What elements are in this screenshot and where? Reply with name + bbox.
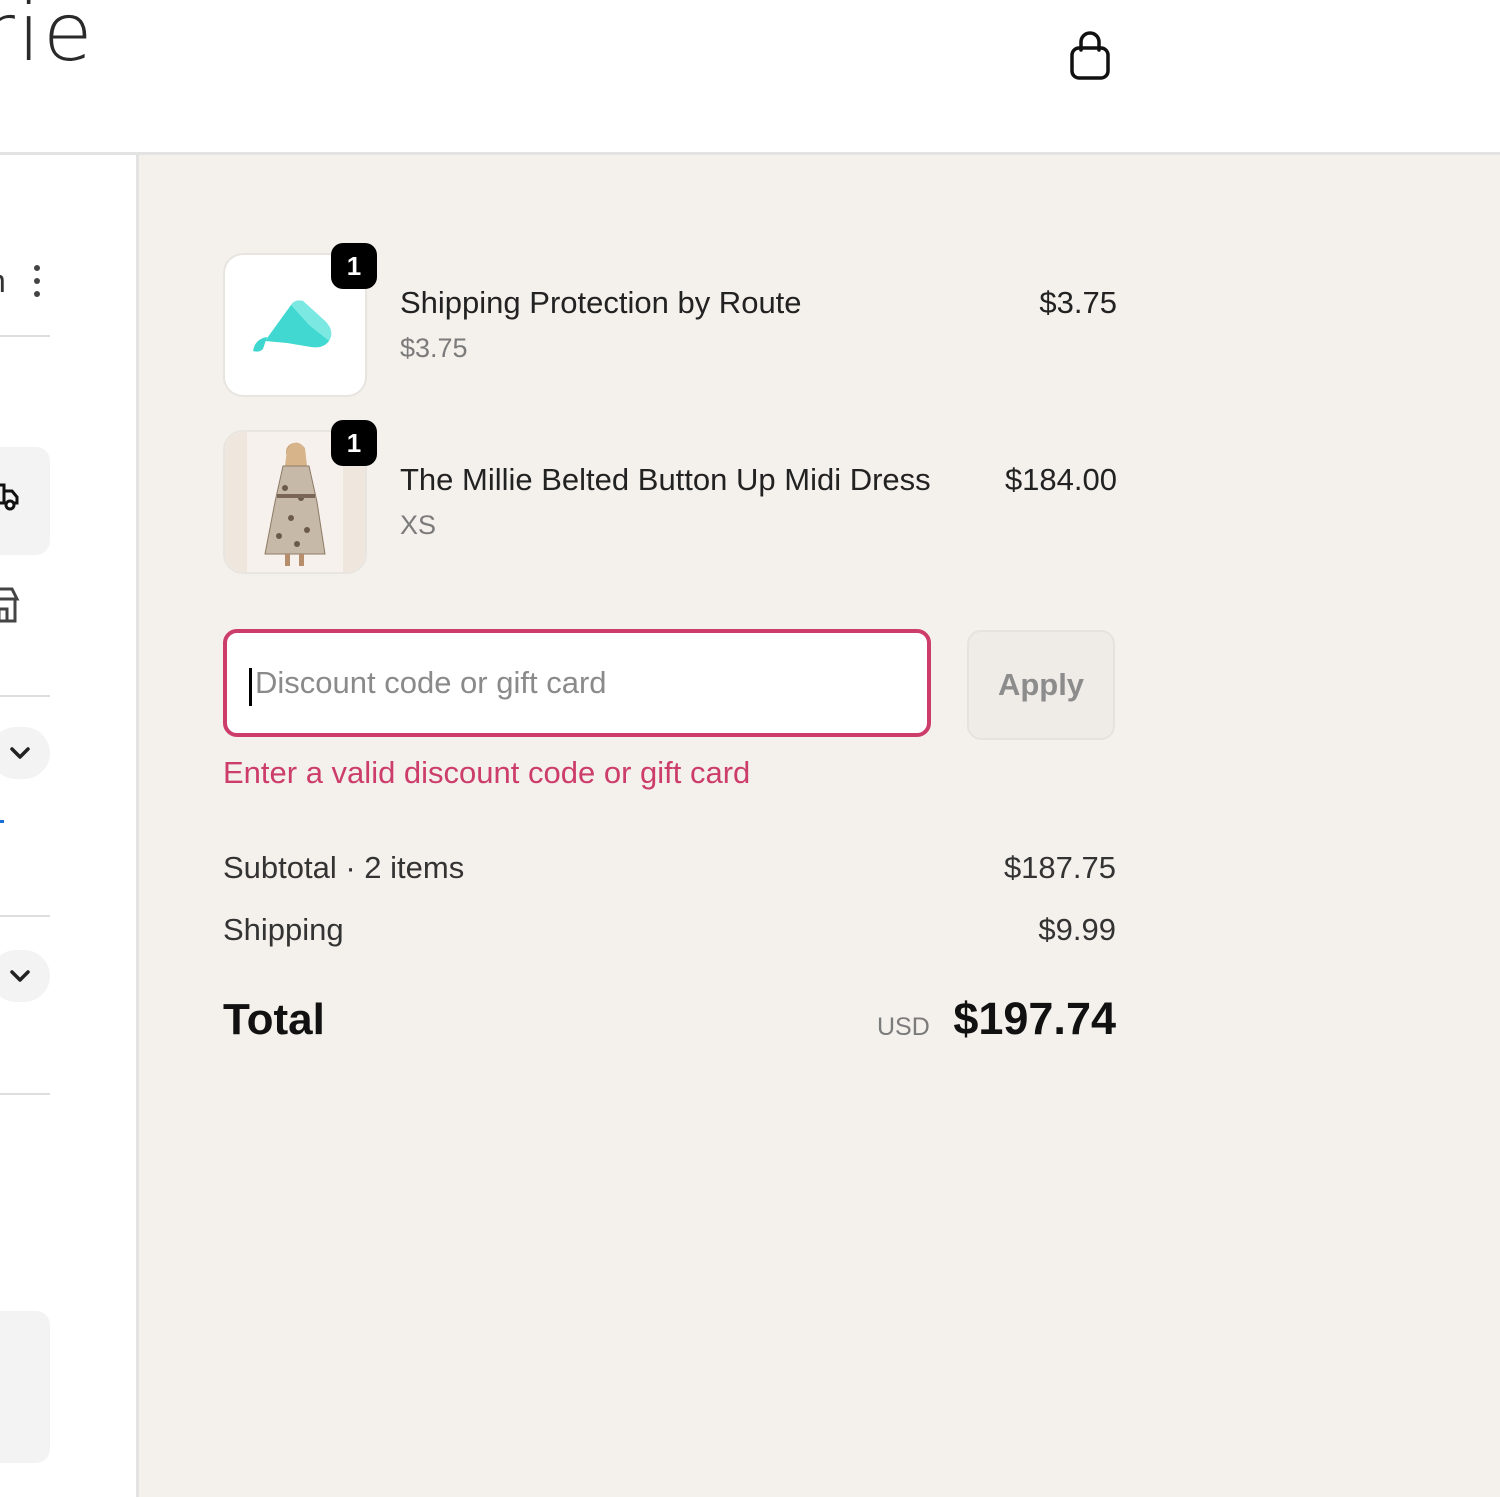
- cart-button[interactable]: [1060, 26, 1120, 86]
- store-icon[interactable]: [0, 585, 20, 625]
- product-subtitle: XS: [400, 510, 437, 540]
- divider: [0, 695, 50, 697]
- line-item: 1 Shipping Protection by Route $3.75 $3.…: [225, 243, 1117, 395]
- subtotal-label: Subtotal · 2 items: [223, 850, 465, 885]
- total-label: Total: [223, 995, 325, 1044]
- expand-button[interactable]: [0, 950, 50, 1002]
- quantity-badge: 1: [331, 420, 377, 466]
- header: arie: [0, 0, 1500, 155]
- shipping-label: Shipping: [223, 912, 344, 947]
- line-item: 1 The Millie Belted Button Up Midi Dress…: [225, 420, 1117, 572]
- subtotal-value: $187.75: [1003, 850, 1116, 885]
- expand-button[interactable]: [0, 727, 50, 779]
- chevron-down-icon: [10, 970, 30, 982]
- apply-discount-button[interactable]: Apply: [967, 630, 1115, 740]
- shipping-value: $9.99: [1038, 912, 1116, 947]
- product-subtitle: $3.75: [400, 333, 468, 363]
- product-price: $3.75: [1039, 285, 1117, 320]
- discount-code-input[interactable]: [223, 629, 931, 737]
- store-logo[interactable]: arie: [0, 0, 95, 79]
- partial-text: n: [0, 263, 6, 300]
- more-vertical-icon[interactable]: [30, 265, 44, 297]
- link-fragment[interactable]: [0, 820, 4, 823]
- divider: [0, 1093, 50, 1095]
- divider: [0, 335, 50, 337]
- truck-icon: [0, 483, 19, 511]
- checkout-form-column: n: [0, 155, 139, 1497]
- text-caret: [249, 668, 252, 706]
- discount-error-message: Enter a valid discount code or gift card: [223, 755, 751, 790]
- shopping-bag-icon: [1070, 31, 1110, 80]
- product-name: The Millie Belted Button Up Midi Dress: [400, 462, 931, 497]
- chevron-down-icon: [10, 747, 30, 759]
- product-price: $184.00: [1004, 462, 1117, 497]
- order-summary: 1 Shipping Protection by Route $3.75 $3.…: [139, 155, 1500, 1497]
- total-value: $197.74: [953, 993, 1116, 1044]
- currency-code: USD: [877, 1013, 930, 1041]
- checkout-page: arie n: [0, 0, 1500, 1497]
- info-card: [0, 1311, 50, 1463]
- product-name: Shipping Protection by Route: [400, 285, 802, 320]
- quantity-badge: 1: [331, 243, 377, 289]
- divider: [0, 915, 50, 917]
